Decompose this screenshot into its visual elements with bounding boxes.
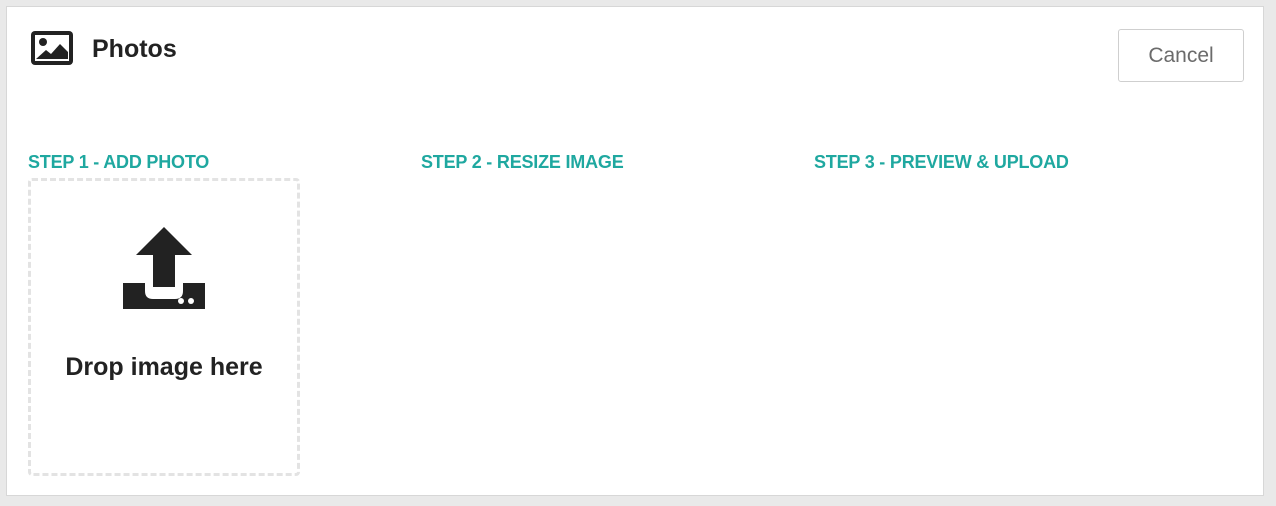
image-icon bbox=[31, 31, 73, 65]
step-2-label: STEP 2 - RESIZE IMAGE bbox=[421, 152, 624, 172]
dialog-title: Photos bbox=[92, 35, 177, 63]
image-dropzone[interactable]: Drop image here bbox=[28, 178, 300, 476]
upload-icon bbox=[119, 225, 209, 315]
cancel-button[interactable]: Cancel bbox=[1118, 29, 1244, 82]
drop-image-text: Drop image here bbox=[65, 353, 263, 381]
step-1-label: STEP 1 - ADD PHOTO bbox=[28, 152, 210, 172]
step-3-label: STEP 3 - PREVIEW & UPLOAD bbox=[814, 152, 1069, 172]
photos-dialog: Photos Cancel STEP 1 - ADD PHOTO STEP 2 … bbox=[6, 6, 1264, 496]
